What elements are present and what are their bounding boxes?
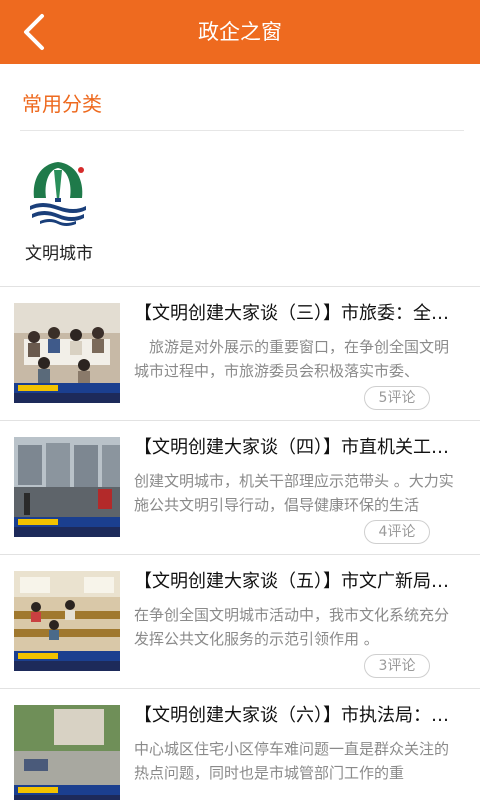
list-item[interactable]: 【文明创建大家谈（三）】市旅委：全国文明城市 旅游是对外展示的重要窗口，在争创全… — [0, 286, 480, 420]
comment-count-badge[interactable]: 4评论 — [364, 520, 430, 544]
section-title: 常用分类 — [22, 92, 102, 116]
article-summary: 旅游是对外展示的重要窗口，在争创全国文明城市过程中，市旅游委员会积极落实市委、 — [134, 338, 450, 380]
article-summary: 在争创全国文明城市活动中，我市文化系统充分发挥公共文化服务的示范引领作用 。 — [134, 606, 450, 648]
article-thumbnail — [14, 571, 120, 671]
article-thumbnail — [14, 303, 120, 403]
comment-count-badge[interactable]: 3评论 — [364, 654, 430, 678]
page-title: 政企之窗 — [198, 20, 282, 44]
article-thumbnail — [14, 437, 120, 537]
divider — [20, 130, 464, 131]
comment-count-badge[interactable]: 5评论 — [364, 386, 430, 410]
category-item-civilized-city[interactable]: 文明城市 — [16, 156, 102, 266]
article-summary: 创建文明城市，机关干部理应示范带头 。大力实施公共文明引导行动，倡导健康环保的生… — [134, 472, 454, 514]
article-title: 【文明创建大家谈（六）】市执法局：停车整治 — [134, 705, 466, 726]
article-title: 【文明创建大家谈（三）】市旅委：全国文明城市 — [134, 303, 466, 324]
article-list: 【文明创建大家谈（三）】市旅委：全国文明城市 旅游是对外展示的重要窗口，在争创全… — [0, 286, 480, 800]
article-title: 【文明创建大家谈（四）】市直机关工委：机关干部 — [134, 437, 466, 458]
list-item[interactable]: 【文明创建大家谈（四）】市直机关工委：机关干部 创建文明城市，机关干部理应示范带… — [0, 420, 480, 554]
list-item[interactable]: 【文明创建大家谈（六）】市执法局：停车整治 中心城区住宅小区停车难问题一直是群众… — [0, 688, 480, 800]
city-emblem-logo — [30, 162, 86, 226]
article-thumbnail — [14, 705, 120, 800]
category-label: 文明城市 — [25, 244, 93, 264]
list-item[interactable]: 【文明创建大家谈（五）】市文广新局：文化服务 在争创全国文明城市活动中，我市文化… — [0, 554, 480, 688]
article-title: 【文明创建大家谈（五）】市文广新局：文化服务 — [134, 571, 466, 592]
article-summary: 中心城区住宅小区停车难问题一直是群众关注的热点问题，同时也是市城管部门工作的重 — [134, 740, 450, 782]
app-header: 政企之窗 — [0, 0, 480, 64]
